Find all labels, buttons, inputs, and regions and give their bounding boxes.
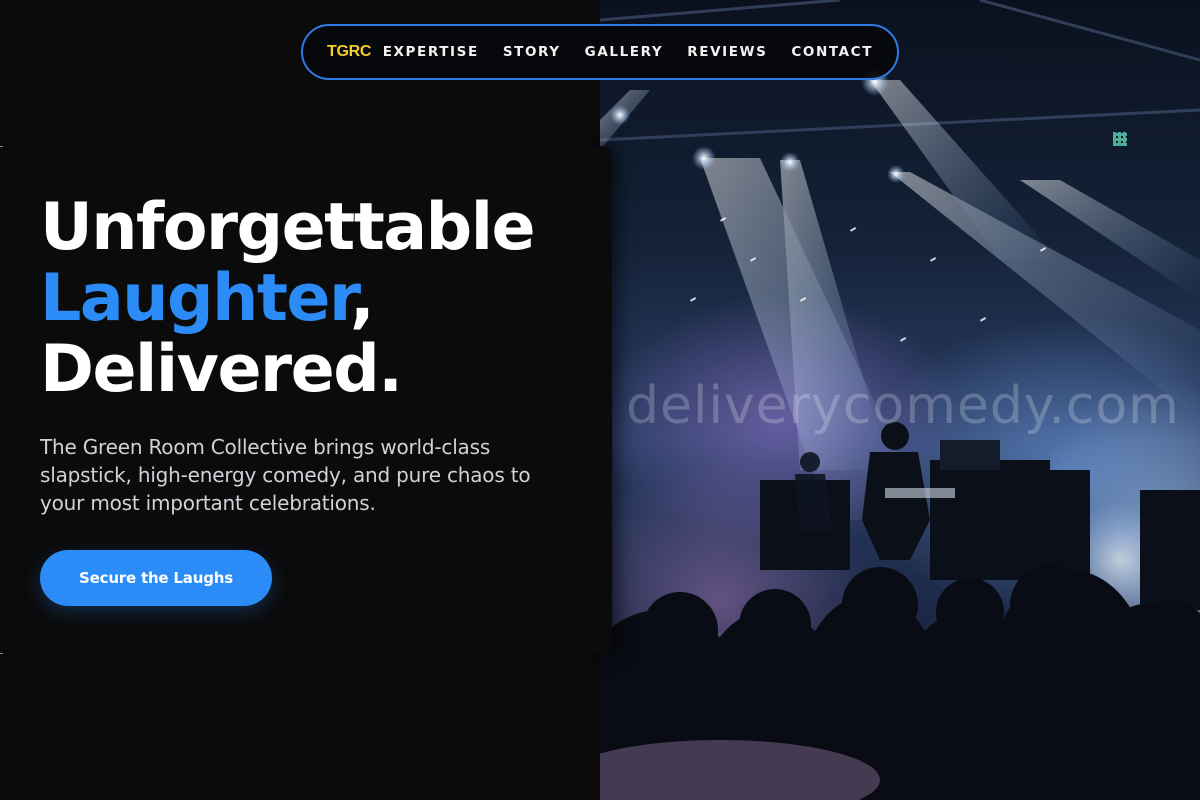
hero-headline: Unforgettable Laughter, Delivered.	[40, 192, 600, 405]
edge-tick	[0, 653, 3, 654]
nav-links: EXPERTISE STORY GALLERY REVIEWS CONTACT	[383, 44, 873, 60]
top-navbar: TGRC EXPERTISE STORY GALLERY REVIEWS CON…	[301, 24, 899, 80]
nav-link-gallery[interactable]: GALLERY	[585, 44, 664, 60]
headline-comma: ,	[350, 261, 375, 336]
nav-link-expertise[interactable]: EXPERTISE	[383, 44, 479, 60]
edge-tick	[0, 146, 3, 147]
corner-logo-icon	[1113, 132, 1127, 146]
hero-section: Unforgettable Laughter, Delivered. The G…	[40, 192, 600, 517]
hero-subtitle: The Green Room Collective brings world-c…	[40, 435, 531, 515]
secure-laughs-button[interactable]: Secure the Laughs	[40, 550, 272, 606]
headline-line-1: Unforgettable	[40, 190, 536, 265]
landing-page: deliverycomedy.com TGRC EXPERTISE STORY …	[0, 0, 1200, 800]
headline-accent-word: Laughter	[40, 261, 352, 336]
nav-link-contact[interactable]: CONTACT	[791, 44, 873, 60]
brand-logo[interactable]: TGRC	[327, 43, 383, 61]
watermark-text: deliverycomedy.com	[626, 376, 1180, 436]
headline-line-3: Delivered.	[40, 332, 403, 407]
nav-link-story[interactable]: STORY	[503, 44, 561, 60]
nav-link-reviews[interactable]: REVIEWS	[687, 44, 767, 60]
hero-photo: deliverycomedy.com	[600, 0, 1200, 800]
